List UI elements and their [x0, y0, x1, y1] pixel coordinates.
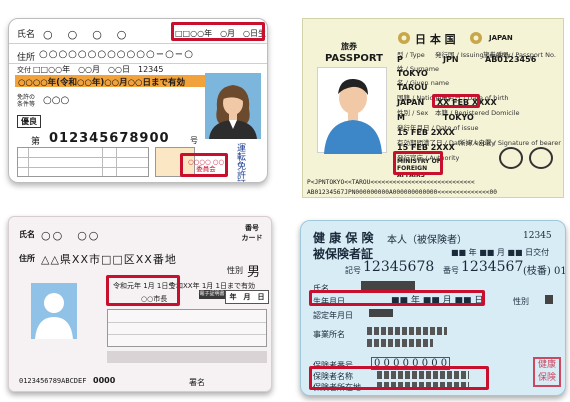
license-birth-highlight: [171, 22, 265, 41]
passport-signature-circle: [529, 147, 553, 169]
license-condition-value: ○○○: [43, 95, 70, 106]
passport-no-value: AB0123456: [485, 55, 537, 64]
insurance-birth-highlight: [309, 290, 485, 306]
mynumber-address-label: 住所: [19, 254, 35, 263]
insurance-issue-suffix: ■■ 年 ■■ 月 ■■ 日交付: [451, 248, 550, 257]
insurance-office-redacted: [367, 339, 433, 347]
insurance-cert-label: 認定年月日: [313, 311, 353, 320]
mynumber-birth-highlight: [106, 275, 180, 306]
passport-issue-date: 15 FEB 2XXX: [397, 128, 455, 137]
passport-mrz-line1: P<JPNTOKYO<<TAROU<<<<<<<<<<<<<<<<<<<<<<<…: [307, 179, 475, 186]
insurance-number-label: 番号: [443, 266, 459, 275]
mynumber-valid-box-value: 年 月 日: [225, 290, 269, 304]
insurance-stamp: 健康保険: [533, 357, 561, 387]
insurance-holder-label: 本人（被保険者）: [387, 235, 467, 246]
mynumber-notes-strip: [107, 351, 267, 363]
mynumber-valid-box-label: 電子証明書: [199, 290, 225, 299]
license-number-suffix: 号: [190, 136, 198, 145]
license-number-label: 第: [31, 137, 41, 147]
insurance-sex-label: 性別: [513, 297, 529, 306]
license-grade-badge: 優良: [17, 115, 41, 128]
license-category-grid: [17, 147, 149, 177]
mynumber-badge-top: 番号: [245, 224, 259, 232]
passport-birth-highlight: [432, 94, 480, 108]
license-name-label: 氏名: [17, 30, 36, 40]
insurance-symbol-label: 記号: [345, 266, 361, 275]
passport-country-code: JPN: [443, 55, 459, 64]
license-number-value: 012345678900: [49, 131, 170, 146]
chrysanthemum-icon: [398, 32, 410, 44]
license-side-title: 運転免許証: [237, 144, 247, 183]
mynumber-card-no: 0123456789ABCDEF: [19, 377, 87, 385]
passport-signature-label: 所持人自署 / Signature of bearer: [459, 139, 561, 147]
passport-type-value: PASSPORT: [325, 53, 384, 64]
passport-sex: M: [397, 113, 405, 122]
mynumber-sex-value: 男: [247, 265, 261, 280]
license-address-value: ○○○○○○○○○○○○−○−○: [39, 49, 194, 60]
license-authority-highlight: [180, 153, 228, 177]
insurance-title1: 健 康 保 険: [313, 231, 374, 245]
person-icon: [209, 85, 257, 139]
license-issue-value: □□○○年 ○○月 ○○日 12345: [33, 65, 164, 74]
passport-signature-circle: [499, 147, 523, 169]
mynumber-sign-label: 署名: [189, 378, 205, 387]
passport-nationality: JAPAN: [397, 98, 425, 107]
mynumber-name-label: 氏名: [19, 230, 35, 239]
passport-given-name: TAROU: [397, 83, 428, 92]
insurance-insurer-highlight: [309, 366, 489, 390]
license-photo: [205, 73, 261, 139]
passport-country-title: 日 本 国: [415, 33, 456, 46]
mynumber-card-no2: 0000: [93, 376, 116, 385]
license-name-value: ○ ○ ○ ○: [43, 28, 129, 41]
insurance-number-top: 12345: [523, 231, 552, 241]
mynumber-address-value: △△県XX市□□区XX番地: [41, 253, 177, 266]
passport-registered: TOKYO: [443, 113, 474, 122]
mynumber-name-value: ○○ ○○: [41, 229, 101, 242]
insurance-symbol-value: 12345678: [363, 259, 435, 275]
passport-photo: [317, 67, 387, 154]
person-icon: [324, 78, 382, 154]
passport-mrz-line2: AB01234567JPN000000000A000000000000<<<<<…: [307, 189, 497, 196]
insurance-office-label: 事業所名: [313, 330, 345, 339]
driver-license-card: 氏名 ○ ○ ○ ○ □□○○年 ○月 ○日生 住所 ○○○○○○○○○○○○−…: [8, 18, 268, 183]
person-icon: [35, 293, 73, 339]
mynumber-sex-label: 性別: [227, 266, 243, 275]
mynumber-photo: [31, 283, 77, 339]
insurance-number-value: 1234567: [461, 259, 524, 275]
insurance-branch-value: (枝番) 01: [523, 266, 566, 277]
insurance-cert-redacted: [369, 309, 393, 317]
license-condition-label: 免許の条件等: [17, 94, 36, 108]
insurance-office-redacted: [367, 327, 447, 335]
passport-authority-highlight: [393, 151, 443, 175]
insurance-sex-redacted: [545, 295, 553, 304]
passport-country-en: JAPAN: [489, 34, 513, 42]
mynumber-notes-box: [107, 309, 267, 347]
passport-type-label: 旅券: [341, 42, 357, 51]
mynumber-badge: 番号 カード: [235, 223, 269, 243]
license-issue-label: 交付: [17, 66, 31, 74]
chrysanthemum-icon: [470, 32, 482, 44]
mynumber-badge-bottom: カード: [241, 234, 263, 242]
license-address-label: 住所: [17, 53, 36, 63]
license-valid-text: ○○○○年(令和○○年)○○月○○日まで有効: [18, 78, 185, 88]
